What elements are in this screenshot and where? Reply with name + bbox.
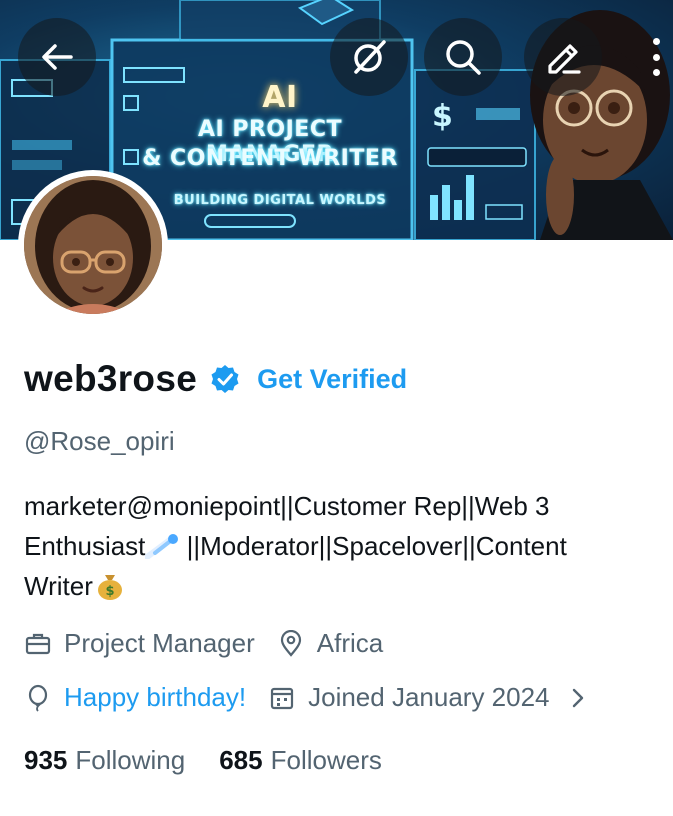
search-icon (446, 40, 481, 75)
joined-label: Joined January 2024 (308, 682, 550, 712)
more-dot (652, 69, 660, 76)
more-options-button[interactable] (640, 32, 672, 82)
followers-label: Followers (270, 745, 382, 775)
more-dot (652, 53, 660, 61)
birthday-label[interactable]: Happy birthday! (64, 682, 246, 713)
avatar-image (24, 176, 162, 314)
profession-label: Project Manager (64, 628, 255, 658)
chevron-right-icon[interactable] (566, 686, 590, 710)
location-label: Africa (316, 628, 384, 658)
name-row: web3rose Get Verified (24, 354, 407, 404)
svg-text:$: $ (432, 99, 453, 134)
display-name: web3rose (24, 358, 198, 399)
bio-line-2-end: ||Moderator||Spacelover||Content (179, 531, 567, 561)
more-vertical-icon (652, 38, 660, 45)
arrow-left-icon (42, 44, 73, 70)
birthday-item[interactable]: Happy birthday! (24, 682, 246, 713)
pencil-icon (548, 44, 581, 74)
banner-title-line2: & CONTENT WRITER (142, 146, 398, 171)
following-link[interactable]: 935 Following (24, 745, 185, 776)
search-button[interactable] (424, 18, 502, 96)
back-button[interactable] (18, 18, 96, 96)
bio-line-3: Writer $ (24, 566, 669, 606)
user-handle: @Rose_opiri (24, 426, 175, 456)
joined-item: Joined January 2024 (268, 682, 589, 713)
location-pin-icon (280, 629, 301, 657)
verified-badge-icon[interactable] (209, 363, 241, 395)
grok-slash-icon (354, 40, 386, 74)
avatar[interactable] (18, 170, 168, 320)
edit-profile-button[interactable] (524, 18, 602, 96)
banner-subtitle: BUILDING DIGITAL WORLDS (173, 193, 387, 208)
bio-line-1: marketer@moniepoint||Customer Rep||Web 3 (24, 491, 550, 521)
money-bag-emoji-icon: $ (97, 575, 122, 600)
calendar-icon (271, 687, 294, 709)
briefcase-icon (25, 633, 51, 654)
follow-stats: 935 Following 685 Followers (24, 745, 382, 776)
profile-meta-row-1: Project Manager Africa (24, 628, 383, 659)
following-label: Following (75, 745, 186, 775)
location-item: Africa (277, 628, 383, 659)
bio-line-2-start: Enthusiast (24, 531, 146, 561)
grok-button[interactable] (330, 18, 408, 96)
banner-ai-label: AI (262, 80, 298, 115)
following-count: 935 (24, 745, 68, 775)
followers-link[interactable]: 685 Followers (219, 745, 382, 776)
followers-count: 685 (219, 745, 263, 775)
bio-line-2: Enthusiast ||Moderator||Spacelover||Cont… (24, 526, 669, 566)
svg-text:$: $ (105, 584, 114, 599)
comet-emoji-icon (145, 534, 179, 559)
bio-line-3-text: Writer (24, 571, 93, 601)
get-verified-link[interactable]: Get Verified (257, 364, 407, 395)
profile-bio: marketer@moniepoint||Customer Rep||Web 3… (24, 486, 669, 606)
profession-item: Project Manager (24, 628, 255, 659)
balloon-icon (28, 684, 48, 712)
profile-meta-row-2: Happy birthday! Joined January 2024 (24, 682, 590, 713)
